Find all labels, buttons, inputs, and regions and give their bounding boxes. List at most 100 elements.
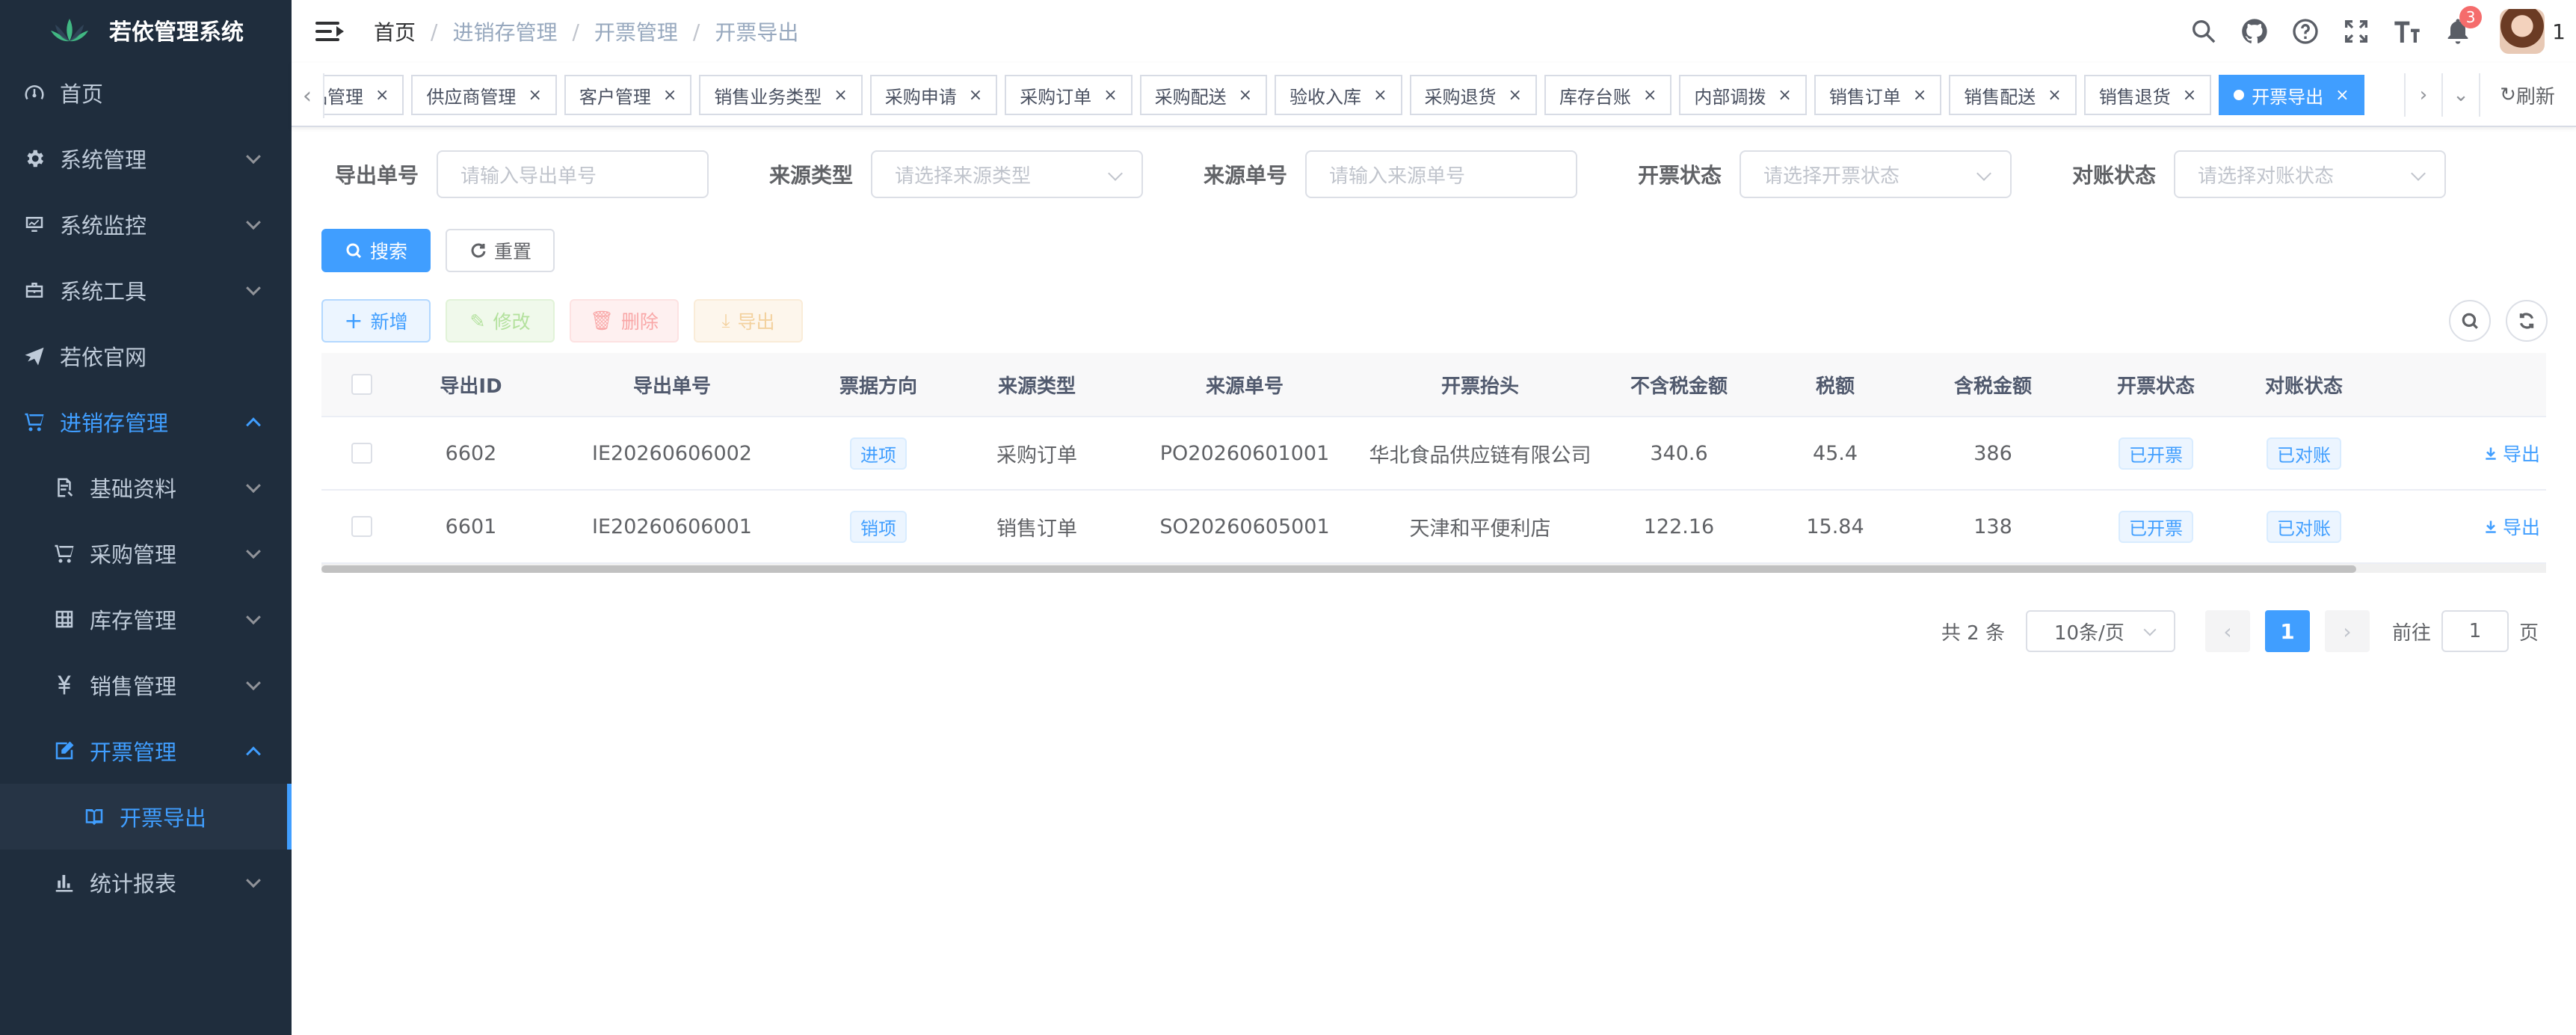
tag-item[interactable]: 内部调拨 × bbox=[1679, 75, 1807, 115]
tag-item[interactable]: 库存台账 × bbox=[1544, 75, 1672, 115]
avatar[interactable] bbox=[2500, 9, 2545, 54]
close-icon[interactable]: × bbox=[969, 86, 982, 105]
sidebar-item-sales[interactable]: 销售管理 bbox=[0, 652, 292, 718]
sidebar-item-label: 系统工具 bbox=[60, 279, 147, 304]
tag-item[interactable]: 销售订单 × bbox=[1814, 75, 1942, 115]
tag-item[interactable]: 采购订单 × bbox=[1005, 75, 1133, 115]
column-header: 来源单号 bbox=[1205, 375, 1284, 398]
sidebar-item-reports[interactable]: 统计报表 bbox=[0, 850, 292, 915]
add-button-label: 新增 bbox=[370, 311, 408, 333]
row-checkbox[interactable] bbox=[351, 443, 372, 464]
sidebar-item-label: 统计报表 bbox=[90, 871, 177, 897]
search-icon[interactable] bbox=[2187, 15, 2220, 48]
close-icon[interactable]: × bbox=[1239, 86, 1252, 105]
row-checkbox[interactable] bbox=[351, 516, 372, 537]
export-no-input[interactable]: 请输入导出单号 bbox=[437, 150, 709, 198]
tag-item[interactable]: 销售业务类型 × bbox=[699, 75, 863, 115]
logo[interactable]: 若依管理系统 bbox=[0, 0, 292, 60]
tag-item[interactable]: 采购退货 × bbox=[1409, 75, 1537, 115]
status-badge: 已开票 bbox=[2119, 437, 2193, 470]
tag-item[interactable]: 品管理 × bbox=[324, 75, 404, 115]
page-number-button[interactable]: 1 bbox=[2264, 610, 2310, 652]
close-icon[interactable]: × bbox=[1778, 86, 1791, 105]
tags-scroll-right-icon[interactable]: › bbox=[2404, 73, 2441, 117]
source-no-input[interactable]: 请输入来源单号 bbox=[1305, 150, 1577, 198]
tag-item-active[interactable]: 开票导出 × bbox=[2219, 75, 2364, 115]
table-horizontal-scrollbar[interactable] bbox=[321, 564, 2546, 573]
tag-item[interactable]: 销售配送 × bbox=[1949, 75, 2077, 115]
close-icon[interactable]: × bbox=[1103, 86, 1117, 105]
next-page-button[interactable]: › bbox=[2324, 610, 2370, 652]
user-name[interactable]: 1 bbox=[2552, 19, 2566, 44]
close-icon[interactable]: × bbox=[375, 86, 389, 105]
reconcile-status-select[interactable]: 请选择对账状态 bbox=[2174, 150, 2446, 198]
sidebar-item-monitor[interactable]: 系统监控 bbox=[0, 191, 292, 257]
tag-item[interactable]: 供应商管理 × bbox=[411, 75, 557, 115]
close-icon[interactable]: × bbox=[1913, 86, 1926, 105]
tags-scroll-left-icon[interactable]: ‹ bbox=[292, 73, 324, 118]
tag-item[interactable]: 销售退货 × bbox=[2083, 75, 2212, 115]
bell-icon[interactable]: 3 bbox=[2441, 6, 2483, 48]
chevron-down-icon bbox=[246, 149, 261, 165]
close-icon[interactable]: × bbox=[1373, 86, 1387, 105]
table-row[interactable]: 6602 IE20260606002 进项 采购订单 PO20260601001… bbox=[321, 417, 2546, 491]
search-form: 导出单号 请输入导出单号 来源类型 请选择来源类型 来源单号 请输入来源单号 开… bbox=[292, 150, 2576, 199]
row-export-link[interactable]: 导出 bbox=[2483, 513, 2540, 540]
close-icon[interactable]: × bbox=[663, 86, 677, 105]
toggle-search-button[interactable] bbox=[2449, 300, 2491, 342]
delete-button-label: 删除 bbox=[620, 311, 659, 333]
help-circle-icon[interactable] bbox=[2289, 15, 2322, 48]
refresh-button[interactable]: ↻ 刷新 bbox=[2479, 73, 2575, 117]
status-badge: 已对账 bbox=[2267, 437, 2341, 470]
tag-item[interactable]: 验收入库 × bbox=[1275, 75, 1402, 115]
sidebar-item-purchase[interactable]: 采购管理 bbox=[0, 520, 292, 586]
sidebar-item-invoice[interactable]: 开票管理 bbox=[0, 718, 292, 784]
add-button[interactable]: + 新增 bbox=[321, 299, 431, 343]
gear-icon bbox=[22, 147, 46, 171]
sidebar-item-label: 开票管理 bbox=[90, 740, 177, 765]
hamburger-icon[interactable] bbox=[315, 19, 345, 44]
breadcrumb-item[interactable]: 开票管理 bbox=[594, 16, 678, 46]
sidebar-item-website[interactable]: 若依官网 bbox=[0, 323, 292, 389]
refresh-table-button[interactable] bbox=[2506, 300, 2548, 342]
cell-export-id: 6602 bbox=[445, 441, 497, 465]
close-icon[interactable]: × bbox=[833, 86, 847, 105]
delete-button[interactable]: 🗑 删除 bbox=[570, 299, 679, 343]
tag-item[interactable]: 采购配送 × bbox=[1139, 75, 1268, 115]
breadcrumb-item[interactable]: 首页 bbox=[374, 16, 416, 46]
close-icon[interactable]: × bbox=[1643, 86, 1657, 105]
tag-item[interactable]: 客户管理 × bbox=[564, 75, 692, 115]
sidebar-item-tools[interactable]: 系统工具 bbox=[0, 257, 292, 323]
font-size-icon[interactable] bbox=[2391, 15, 2424, 48]
close-icon[interactable]: × bbox=[2183, 86, 2196, 105]
sidebar-item-home[interactable]: 首页 bbox=[0, 60, 292, 126]
sidebar-item-stock[interactable]: 库存管理 bbox=[0, 586, 292, 652]
scrollbar-thumb[interactable] bbox=[321, 565, 2356, 573]
close-icon[interactable]: × bbox=[1509, 86, 1522, 105]
edit-button[interactable]: ✎ 修改 bbox=[446, 299, 555, 343]
page-size-select[interactable]: 10条/页 bbox=[2025, 610, 2175, 652]
sidebar-item-basic-data[interactable]: 基础资料 bbox=[0, 455, 292, 520]
close-icon[interactable]: × bbox=[2047, 86, 2061, 105]
cell-operation: 导出 bbox=[2377, 513, 2546, 540]
search-button[interactable]: 搜索 bbox=[321, 229, 431, 272]
breadcrumb-item[interactable]: 进销存管理 bbox=[452, 16, 557, 46]
sidebar-item-system[interactable]: 系统管理 bbox=[0, 126, 292, 191]
table-row[interactable]: 6601 IE20260606001 销项 销售订单 SO20260605001… bbox=[321, 491, 2546, 564]
prev-page-button[interactable]: ‹ bbox=[2204, 610, 2250, 652]
source-type-select[interactable]: 请选择来源类型 bbox=[871, 150, 1143, 198]
row-export-link[interactable]: 导出 bbox=[2483, 440, 2540, 467]
tag-item[interactable]: 采购申请 × bbox=[869, 75, 998, 115]
close-icon[interactable]: × bbox=[528, 86, 541, 105]
export-button[interactable]: ⤓ 导出 bbox=[694, 299, 803, 343]
sidebar-item-invoice-export[interactable]: 开票导出 bbox=[0, 784, 292, 850]
fullscreen-icon[interactable] bbox=[2340, 15, 2373, 48]
reset-button[interactable]: 重置 bbox=[446, 229, 555, 272]
goto-page-input[interactable]: 1 bbox=[2441, 610, 2509, 652]
github-icon[interactable] bbox=[2238, 15, 2271, 48]
select-all-checkbox[interactable] bbox=[351, 374, 372, 395]
invoice-status-select[interactable]: 请选择开票状态 bbox=[1740, 150, 2012, 198]
sidebar-item-inventory[interactable]: 进销存管理 bbox=[0, 389, 292, 455]
tags-dropdown-icon[interactable]: ⌄ bbox=[2441, 73, 2479, 117]
close-icon[interactable]: × bbox=[2335, 86, 2349, 105]
